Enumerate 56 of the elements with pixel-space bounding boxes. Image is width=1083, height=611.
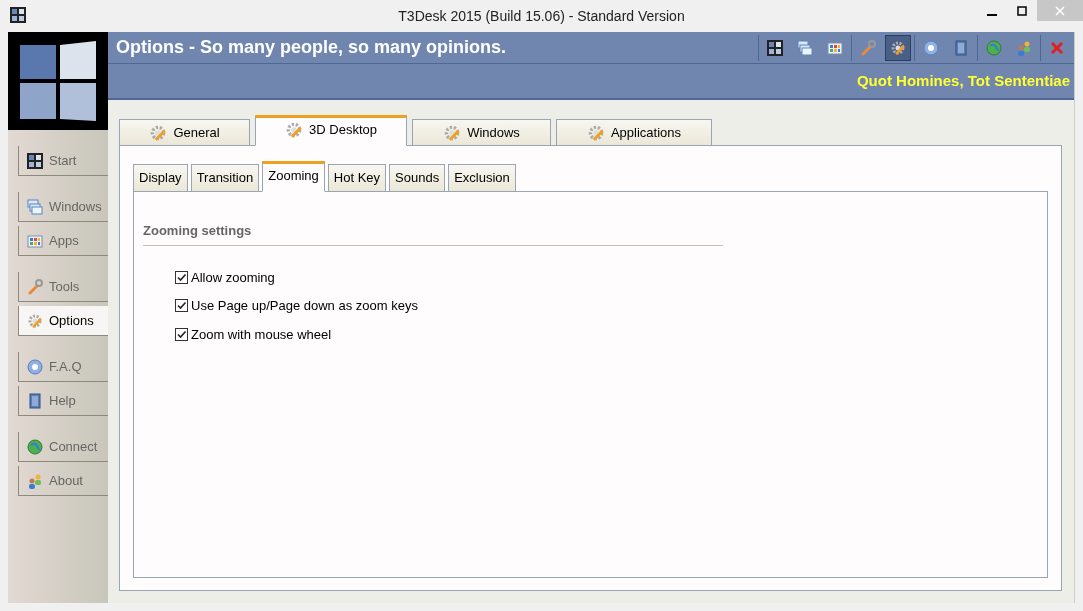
logo-icon — [18, 41, 98, 121]
wrench-icon — [860, 39, 876, 56]
gear-pencil-icon — [890, 39, 906, 56]
sidebar-item[interactable]: Options — [18, 306, 108, 336]
sidebar-item[interactable]: Connect — [18, 432, 108, 462]
maximize-icon — [1017, 5, 1027, 16]
app-grid-icon — [27, 232, 43, 249]
checkmark-icon — [176, 300, 187, 312]
gear-pencil-icon — [443, 123, 462, 142]
section-title: Zooming settings — [143, 221, 723, 246]
checkbox[interactable] — [175, 299, 188, 313]
checkmark-icon — [176, 328, 187, 340]
book-icon — [27, 392, 43, 409]
checkbox-label: Use Page up/Page down as zoom keys — [191, 297, 418, 315]
subtab[interactable]: Zooming — [262, 161, 325, 192]
tab[interactable]: 3D Desktop — [255, 115, 407, 146]
checkbox[interactable] — [175, 270, 188, 284]
gear-pencil-icon — [27, 312, 43, 329]
subtab[interactable]: Transition — [190, 164, 260, 192]
motto-text: Quot Homines, Tot Sententiae — [856, 70, 1070, 91]
windows-logo-icon — [767, 39, 783, 56]
window-title: T3Desk 2015 (Build 15.06) - Standard Version — [398, 6, 685, 26]
subtab[interactable]: Sounds — [389, 164, 446, 192]
gear-pencil-icon — [285, 120, 304, 139]
header-title: Options - So many people, so many opinions. — [115, 36, 507, 59]
checkbox-label: Zoom with mouse wheel — [191, 325, 332, 344]
sidebar-item[interactable]: Apps — [18, 226, 108, 256]
globe-icon — [986, 39, 1002, 56]
book-icon — [953, 39, 969, 56]
subtab[interactable]: Display — [133, 164, 188, 192]
checkbox[interactable] — [175, 327, 188, 341]
windows-logo-icon — [27, 152, 43, 169]
wrench-icon — [27, 278, 43, 295]
gear-pencil-icon — [586, 123, 605, 142]
tab[interactable]: General — [119, 119, 250, 146]
sidebar-item[interactable]: Windows — [18, 192, 108, 222]
close-icon — [1055, 5, 1065, 16]
stacked-windows-icon — [797, 39, 813, 56]
stacked-windows-icon — [27, 198, 43, 215]
sidebar-item[interactable]: F.A.Q — [18, 352, 108, 382]
checkmark-icon — [176, 271, 187, 283]
checkbox-label: Allow zooming — [191, 268, 275, 287]
tab[interactable]: Applications — [556, 119, 712, 146]
subtab[interactable]: Exclusion — [448, 164, 516, 192]
tab[interactable]: Windows — [412, 119, 551, 146]
app-icon — [10, 7, 26, 23]
minimize-icon — [987, 13, 997, 16]
sidebar-item[interactable]: Help — [18, 386, 108, 416]
people-icon — [27, 472, 43, 489]
globe-icon — [27, 438, 43, 455]
gear-pencil-icon — [149, 123, 168, 142]
toolbar-button[interactable] — [885, 34, 911, 61]
sidebar-item[interactable]: Start — [18, 146, 108, 176]
close-icon — [1049, 39, 1065, 56]
people-icon — [1016, 39, 1032, 56]
subtab[interactable]: Hot Key — [327, 164, 387, 192]
